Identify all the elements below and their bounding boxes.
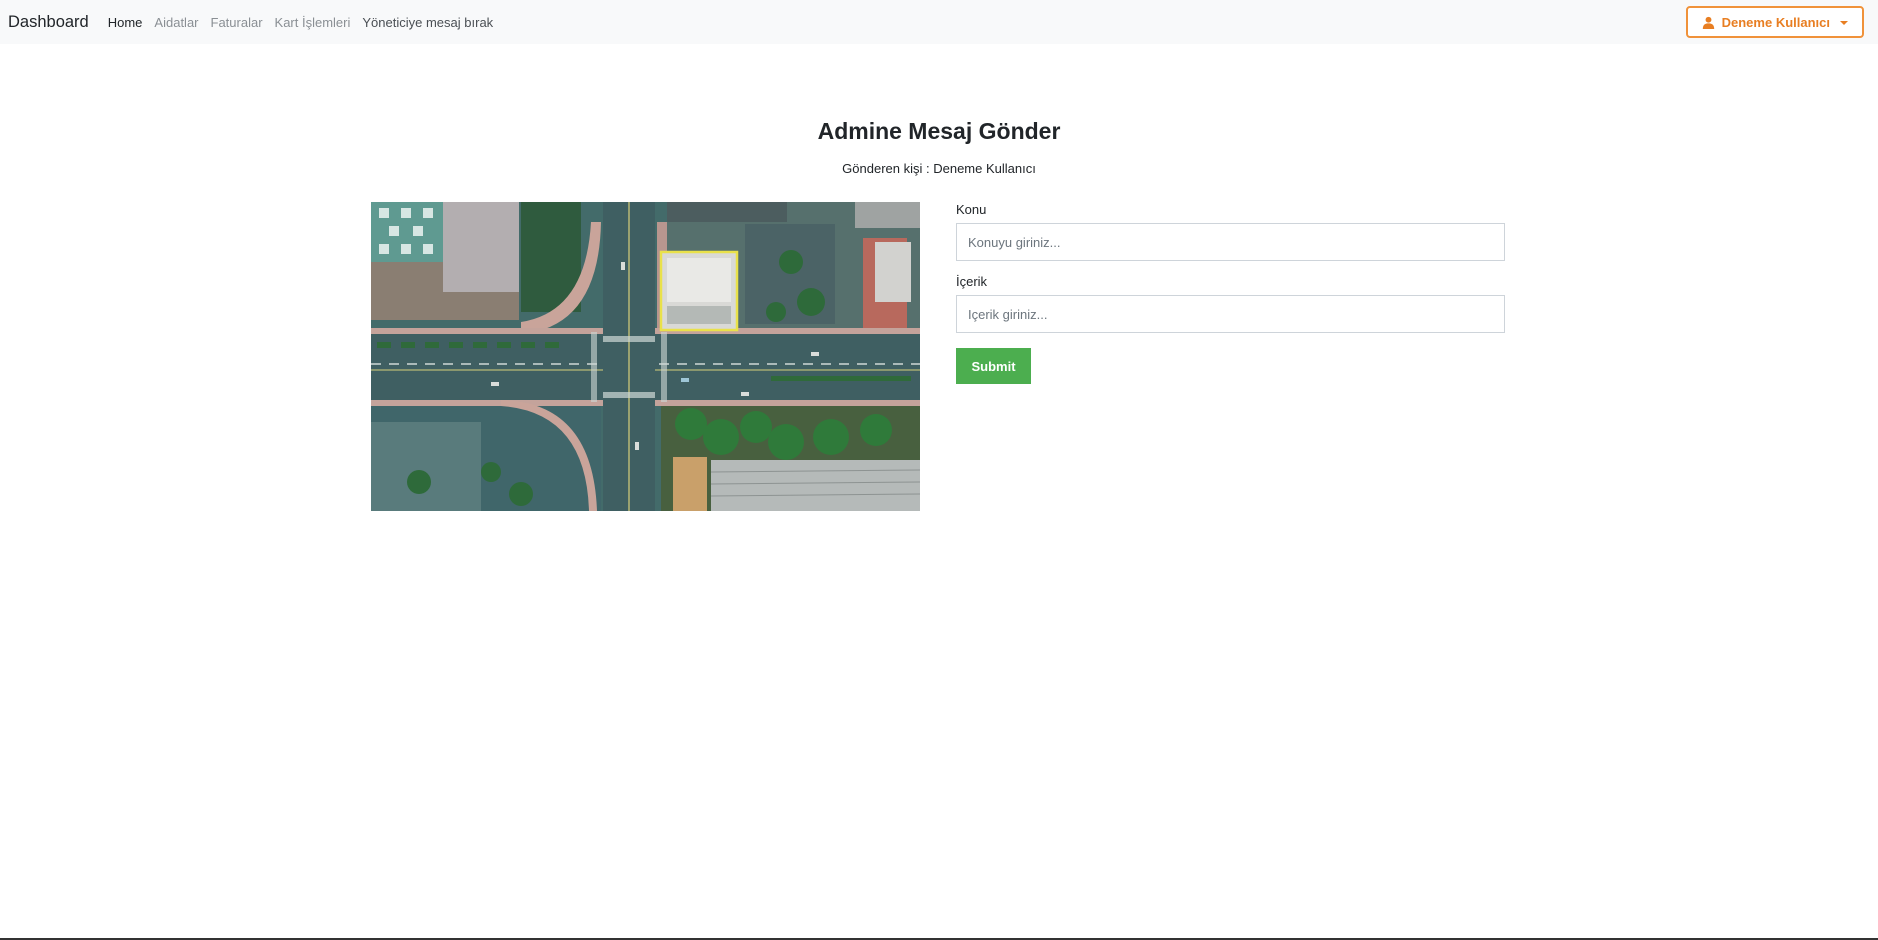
aerial-city-image bbox=[371, 202, 920, 511]
navbar-brand[interactable]: Dashboard bbox=[8, 13, 89, 32]
content-label: İçerik bbox=[956, 274, 988, 289]
page-title: Admine Mesaj Gönder bbox=[817, 118, 1061, 144]
nav-link-home[interactable]: Home bbox=[108, 15, 143, 30]
subject-label: Konu bbox=[956, 202, 987, 217]
nav-link-faturalar[interactable]: Faturalar bbox=[211, 15, 263, 30]
message-form: Konu İçerik Submit bbox=[956, 202, 1505, 384]
user-menu-button[interactable]: Deneme Kullanıcı bbox=[1685, 6, 1864, 38]
nav-link-yoneticiye-mesaj[interactable]: Yöneticiye mesaj bırak bbox=[362, 15, 493, 30]
content-input[interactable] bbox=[956, 295, 1505, 333]
nav-link-kart-islemleri[interactable]: Kart İşlemleri bbox=[275, 15, 351, 30]
top-navbar: Dashboard Home Aidatlar Faturalar Kart İ… bbox=[0, 0, 1878, 44]
user-icon bbox=[1702, 16, 1714, 29]
subject-input[interactable] bbox=[956, 223, 1505, 261]
nav-link-aidatlar[interactable]: Aidatlar bbox=[154, 15, 198, 30]
aerial-intersection-illustration bbox=[371, 202, 920, 511]
submit-button[interactable]: Submit bbox=[956, 348, 1031, 384]
chevron-down-icon bbox=[1840, 20, 1848, 25]
sender-info: Gönderen kişi : Deneme Kullanıcı bbox=[842, 161, 1036, 176]
user-menu-label: Deneme Kullanıcı bbox=[1721, 14, 1830, 30]
nav-links: Home Aidatlar Faturalar Kart İşlemleri Y… bbox=[108, 15, 493, 30]
